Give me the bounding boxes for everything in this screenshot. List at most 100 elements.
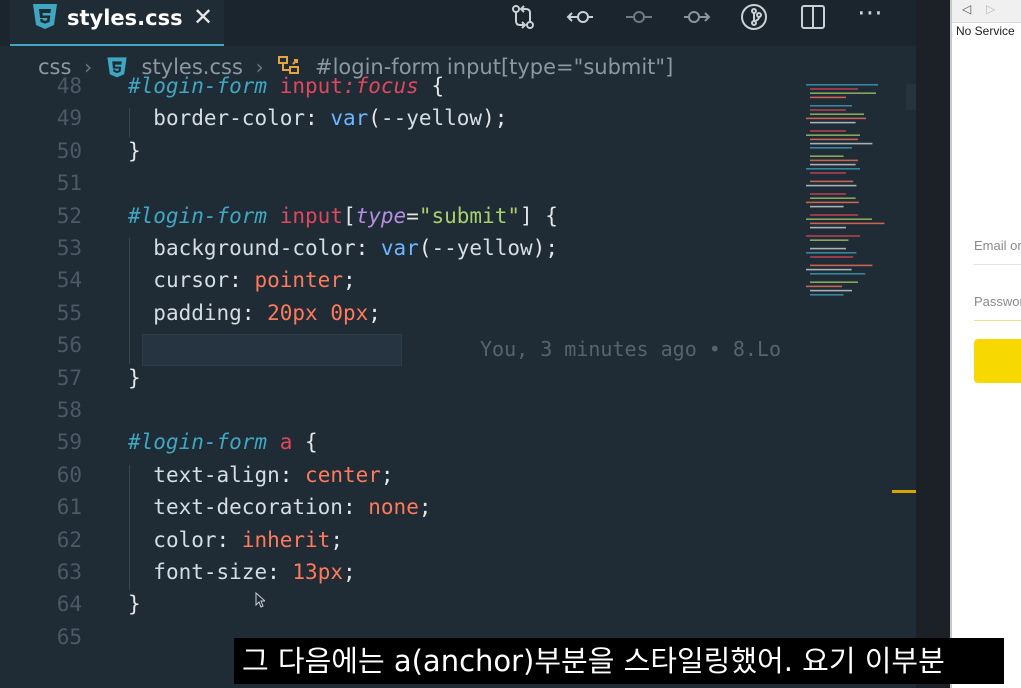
browser-toolbar: ◁ ▷ [952,0,1021,23]
minimap-line [810,239,849,241]
indent-guide [129,108,130,137]
code-text: } [128,365,141,390]
go-back-icon[interactable] [566,3,594,31]
minimap-line [810,205,844,208]
tab-styles-css[interactable]: styles.css ✕ [10,0,224,46]
minimap-line [810,226,846,229]
minimap-line [806,285,842,288]
line-number: 62 [56,527,82,552]
minimap-line [806,252,857,254]
source-control-icon[interactable] [740,3,768,31]
email-field-underline [974,264,1021,265]
code-text: text-align: center; [153,462,394,487]
code-text: #login-form input[type="submit"] { [128,203,558,228]
indent-guide [129,238,130,364]
code-line[interactable]: 59 #login-form a { [0,430,800,462]
minimap-line [810,256,854,258]
video-subtitle: 그 다음에는 a(anchor)부분을 스타일링했어. 요기 이부분 [234,638,1004,684]
split-editor-icon[interactable] [799,3,827,31]
browser-preview-pane: ◁ ▷ No Service Email or Password [916,0,1021,688]
code-line[interactable]: 51 [0,171,800,203]
code-line[interactable]: 55 padding: 20px 0px; [0,301,800,333]
code-line[interactable]: 50} [0,139,800,171]
forward-arrow-icon[interactable]: ▷ [986,2,995,16]
minimap-line [810,163,856,166]
minimap-line [810,281,858,283]
minimap-line [810,92,876,94]
minimap-line [810,88,858,90]
line-number: 51 [56,171,82,196]
more-actions-icon[interactable]: ⋯ [857,0,885,28]
code-text: cursor: pointer; [153,268,356,293]
back-arrow-icon[interactable]: ◁ [962,2,971,16]
tab-bar: styles.css ✕ ⋯ [0,0,916,46]
line-number: 65 [56,624,82,649]
code-line[interactable]: 61 text-decoration: none; [0,495,800,527]
minimap-line [806,84,878,86]
line-number: 58 [56,398,82,422]
code-line[interactable]: 49 border-color: var(--yellow); [0,106,800,138]
git-blame-annotation: You, 3 minutes ago • 8.Lo [480,337,782,361]
minimap-line [806,117,866,120]
line-number: 55 [56,300,82,325]
minimap-line [810,142,873,145]
css3-icon [33,4,57,29]
line-number: 53 [56,236,82,260]
overview-ruler-marker [892,490,916,493]
code-text: } [128,592,141,617]
code-line[interactable]: 60 text-align: center; [0,463,800,495]
indent-guide [129,464,130,591]
code-line[interactable]: 52 #login-form input[type="submit"] { [0,204,800,236]
password-field[interactable]: Password [974,294,1021,309]
code-line[interactable]: 64} [0,592,800,624]
minimap-line [810,180,854,183]
login-submit-button[interactable] [974,339,1021,383]
minimap-line [810,138,858,141]
code-line[interactable]: 54 cursor: pointer; [0,268,800,300]
code-text: #login-form a { [128,430,318,455]
line-number: 59 [56,430,82,455]
git-commit-icon[interactable] [625,3,653,31]
go-forward-icon[interactable] [683,3,711,31]
code-line[interactable]: 63 font-size: 13px; [0,560,800,592]
code-line[interactable]: 48 #login-form input:focus { [0,74,800,106]
minimap-line [810,159,858,162]
code-line[interactable]: 57} [0,366,800,398]
minimap-line [810,273,866,275]
code-text: text-decoration: none; [153,495,432,520]
minimap-line [806,134,860,136]
minimap-line [810,172,846,174]
minimap-line [810,109,846,111]
git-compare-icon[interactable] [509,3,537,31]
code-editor: styles.css ✕ ⋯ css › styles.css › #login… [0,0,916,688]
code-text: background-color: var(--yellow); [153,236,558,260]
email-field[interactable]: Email or [974,238,1021,253]
code-line[interactable]: 53 background-color: var(--yellow); [0,236,800,268]
minimap-line [806,184,857,187]
code-line[interactable]: 58 [0,398,800,430]
line-number: 61 [56,495,82,520]
scrollbar-slider[interactable] [906,84,916,110]
minimap-line [810,96,846,99]
line-number: 50 [56,138,82,163]
status-text: No Service [956,24,1015,38]
line-number: 64 [56,592,82,617]
minimap[interactable] [806,84,896,304]
code-text: padding: 20px 0px; [153,300,381,325]
close-icon[interactable]: ✕ [193,3,213,31]
minimap-line [810,247,846,250]
line-number: 49 [56,106,82,131]
minimap-line [810,197,856,199]
minimap-line [810,147,852,149]
minimap-line [810,222,885,225]
minimap-line [810,155,844,157]
line-number: 63 [56,560,82,584]
line-number: 54 [56,268,82,293]
minimap-line [810,214,858,216]
code-line[interactable]: 62 color: inherit; [0,528,800,560]
minimap-line [810,113,864,115]
minimap-line [806,201,859,204]
line-number: 52 [56,203,82,228]
code-text: font-size: 13px; [153,560,356,584]
minimap-line [810,289,852,292]
